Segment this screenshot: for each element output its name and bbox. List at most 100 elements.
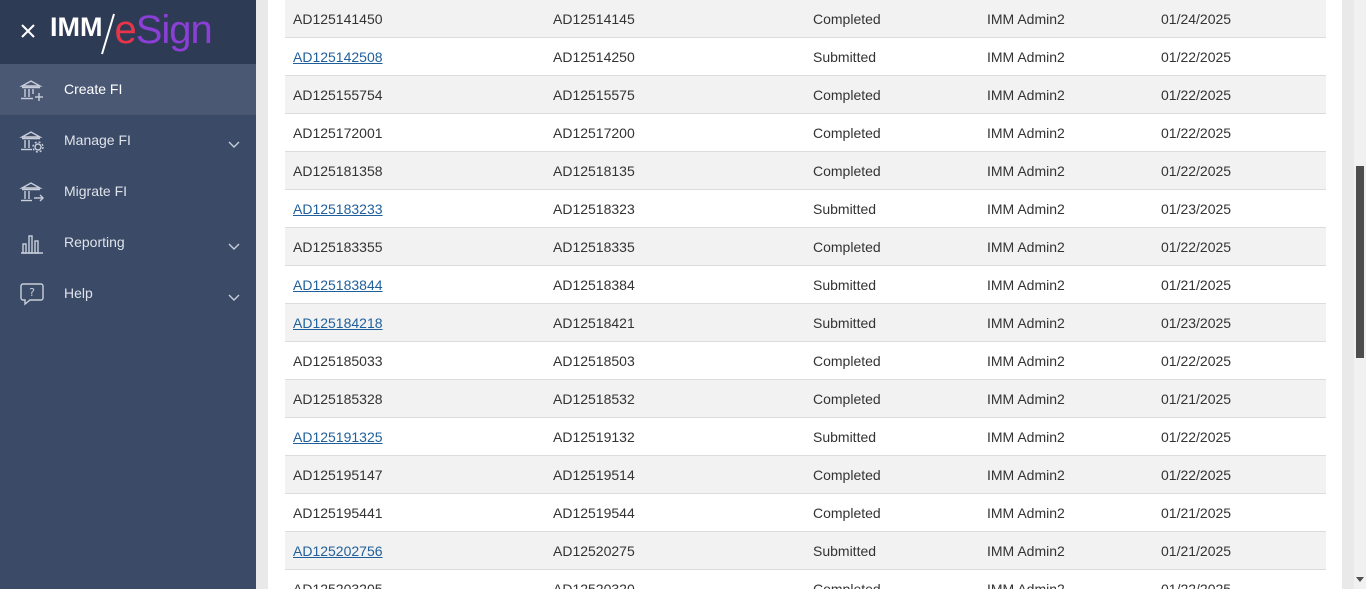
reference-id-text: AD12518421	[553, 314, 635, 331]
svg-text:?: ?	[29, 286, 35, 299]
user-text: IMM Admin2	[987, 276, 1065, 293]
status-cell: Submitted	[805, 303, 979, 342]
date-cell: 01/24/2025	[1153, 0, 1326, 38]
sidebar-item-manage-fi[interactable]: Manage FI	[0, 115, 256, 166]
table-row[interactable]: AD125183233 AD12518323 Submitted IMM Admin2…	[285, 189, 1326, 228]
sidebar-item-help[interactable]: ? Help	[0, 268, 256, 319]
table-row[interactable]: AD125142508 AD12514250 Submitted IMM Admin2…	[285, 37, 1326, 76]
application-id-link[interactable]: AD125184218	[293, 315, 383, 331]
date-text: 01/21/2025	[1161, 504, 1232, 521]
status-cell: Completed	[805, 227, 979, 266]
table-row: AD125141450 AD12514145 Completed IMM Admin2…	[285, 0, 1326, 38]
date-cell: 01/22/2025	[1153, 113, 1326, 152]
date-text: 01/22/2025	[1161, 86, 1232, 103]
date-text: 01/23/2025	[1161, 200, 1232, 217]
status-text: Submitted	[813, 276, 877, 293]
status-text: Completed	[813, 86, 881, 103]
application-id-cell: AD125195147	[285, 455, 545, 494]
brand-header: IMM eSign	[0, 0, 256, 64]
reference-id-cell: AD12518532	[545, 379, 805, 418]
date-text: 01/24/2025	[1161, 10, 1232, 27]
application-id-link[interactable]: AD125183233	[293, 201, 383, 217]
application-id-text: AD125183355	[293, 238, 383, 255]
reference-id-text: AD12518323	[553, 200, 635, 217]
application-id-link[interactable]: AD125183844	[293, 277, 383, 293]
vertical-scrollbar[interactable]	[1354, 0, 1366, 589]
table-row[interactable]: AD125191325 AD12519132 Submitted IMM Admin2…	[285, 417, 1326, 456]
status-text: Completed	[813, 504, 881, 521]
date-text: 01/22/2025	[1161, 580, 1232, 589]
reference-id-cell: AD12519544	[545, 493, 805, 532]
sidebar-item-migrate-fi[interactable]: Migrate FI	[0, 166, 256, 217]
reference-id-text: AD12514250	[553, 48, 635, 65]
status-cell: Completed	[805, 0, 979, 38]
logo-esign-text: eSign	[114, 10, 212, 50]
application-id-cell: AD125142508	[285, 37, 545, 76]
reference-id-cell: AD12517200	[545, 113, 805, 152]
application-id-link[interactable]: AD125191325	[293, 429, 383, 445]
chevron-down-icon	[228, 238, 240, 250]
user-cell: IMM Admin2	[979, 113, 1153, 152]
status-text: Completed	[813, 466, 881, 483]
application-id-cell: AD125141450	[285, 0, 545, 38]
user-text: IMM Admin2	[987, 200, 1065, 217]
reference-id-text: AD12519544	[553, 504, 635, 521]
sidebar-item-reporting[interactable]: Reporting	[0, 217, 256, 268]
table-row[interactable]: AD125202756 AD12520275 Submitted IMM Admin2…	[285, 531, 1326, 570]
table-row[interactable]: AD125183844 AD12518384 Submitted IMM Admin2…	[285, 265, 1326, 304]
status-cell: Completed	[805, 151, 979, 190]
scrollbar-thumb[interactable]	[1356, 166, 1364, 358]
reference-id-cell: AD12520275	[545, 531, 805, 570]
date-text: 01/21/2025	[1161, 390, 1232, 407]
user-text: IMM Admin2	[987, 86, 1065, 103]
results-table-body: AD125141450 AD12514145 Completed IMM Admin2…	[285, 0, 1326, 589]
status-text: Submitted	[813, 200, 877, 217]
reference-id-text: AD12520275	[553, 542, 635, 559]
user-cell: IMM Admin2	[979, 417, 1153, 456]
table-row: AD125185033 AD12518503 Completed IMM Admin2…	[285, 341, 1326, 380]
application-id-cell: AD125195441	[285, 493, 545, 532]
application-id-text: AD125185328	[293, 390, 383, 407]
reference-id-cell: AD12518421	[545, 303, 805, 342]
date-text: 01/23/2025	[1161, 314, 1232, 331]
main-content: AD125141450 AD12514145 Completed IMM Admin2…	[256, 0, 1354, 589]
user-cell: IMM Admin2	[979, 151, 1153, 190]
date-cell: 01/23/2025	[1153, 303, 1326, 342]
reference-id-cell: AD12518384	[545, 265, 805, 304]
table-row: AD125155754 AD12515575 Completed IMM Admin2…	[285, 75, 1326, 114]
application-id-cell: AD125202756	[285, 531, 545, 570]
user-cell: IMM Admin2	[979, 569, 1153, 589]
application-id-cell: AD125172001	[285, 113, 545, 152]
user-text: IMM Admin2	[987, 124, 1065, 141]
date-cell: 01/22/2025	[1153, 151, 1326, 190]
status-cell: Completed	[805, 341, 979, 380]
reference-id-cell: AD12515575	[545, 75, 805, 114]
application-id-link[interactable]: AD125142508	[293, 49, 383, 65]
table-row: AD125185328 AD12518532 Completed IMM Admin2…	[285, 379, 1326, 418]
user-cell: IMM Admin2	[979, 531, 1153, 570]
reference-id-cell: AD12518335	[545, 227, 805, 266]
table-row: AD125195441 AD12519544 Completed IMM Admin2…	[285, 493, 1326, 532]
date-cell: 01/22/2025	[1153, 455, 1326, 494]
status-text: Submitted	[813, 542, 877, 559]
sidebar-item-create-fi[interactable]: Create FI	[0, 64, 256, 115]
status-text: Submitted	[813, 48, 877, 65]
application-id-text: AD125195147	[293, 466, 383, 483]
user-text: IMM Admin2	[987, 504, 1065, 521]
chevron-down-icon	[228, 289, 240, 301]
application-id-link[interactable]: AD125202756	[293, 543, 383, 559]
imm-esign-logo: IMM eSign	[50, 6, 213, 56]
reference-id-text: AD12519132	[553, 428, 635, 445]
reference-id-cell: AD12518323	[545, 189, 805, 228]
user-text: IMM Admin2	[987, 238, 1065, 255]
bank-add-icon	[19, 77, 45, 103]
table-row[interactable]: AD125184218 AD12518421 Submitted IMM Admin2…	[285, 303, 1326, 342]
scroll-down-arrow-icon[interactable]	[1356, 577, 1364, 582]
reference-id-text: AD12518384	[553, 276, 635, 293]
reference-id-text: AD12518503	[553, 352, 635, 369]
date-cell: 01/23/2025	[1153, 189, 1326, 228]
user-cell: IMM Admin2	[979, 379, 1153, 418]
user-cell: IMM Admin2	[979, 75, 1153, 114]
close-icon[interactable]	[18, 20, 38, 42]
application-id-text: AD125203205	[293, 580, 383, 589]
